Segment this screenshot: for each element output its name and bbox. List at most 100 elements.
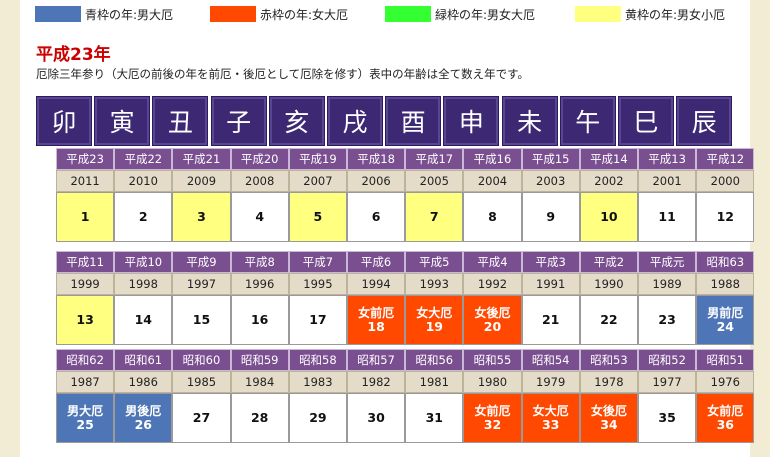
era-cell: 昭和56 [405,349,464,371]
year-cell: 2003 [521,170,580,192]
age-number: 13 [76,312,94,327]
yaku-label: 女後厄 [590,404,627,418]
year-cell: 1985 [172,371,231,393]
year-cell: 1996 [230,273,289,295]
age-number: 32 [483,417,502,432]
age-number: 3 [197,209,206,224]
age-cell: 女大厄 19 [405,295,464,345]
legend-label: 黄枠の年:男女小厄 [625,7,726,22]
age-number: 9 [546,209,556,224]
legend-swatch [35,6,81,22]
age-cell: 28 [230,393,289,443]
zodiac-cell: 亥 [268,96,325,146]
age-number: 7 [429,209,439,224]
era-cell: 平成4 [463,251,522,273]
year-cell: 1995 [288,273,347,295]
age-cell: 21 [521,295,580,345]
legend-label: 青枠の年:男大厄 [85,7,174,22]
age-cell: 1 [56,192,115,242]
age-number: 27 [192,410,211,425]
age-number: 14 [134,312,152,327]
age-cell: 13 [56,295,115,345]
yaku-label: 女後厄 [474,306,511,320]
age-number: 25 [76,417,94,432]
year-cell: 1982 [347,371,406,393]
yaku-label: 男大厄 [67,404,104,418]
year-cell: 1998 [114,273,173,295]
age-cell: 23 [638,295,697,345]
yaku-label: 男前厄 [707,306,744,320]
age-number: 33 [541,417,560,432]
year-cell: 2006 [347,170,406,192]
yaku-label: 女大厄 [416,306,453,320]
age-cell: 8 [463,192,522,242]
age-number: 35 [658,410,676,425]
age-number: 15 [192,312,211,327]
legend-swatch [210,6,256,22]
age-number: 16 [250,312,269,327]
year-cell: 1978 [579,371,638,393]
era-cell: 平成17 [405,148,464,170]
age-cell: 女前厄 32 [463,393,522,443]
era-cell: 昭和61 [114,349,173,371]
table-note: 厄除三年参り（大厄の前後の年を前厄・後厄として厄除を修す）表中の年齢は全て数え年… [36,67,529,81]
age-number: 6 [371,209,381,224]
age-cell: 17 [288,295,347,345]
zodiac-cell: 寅 [94,96,151,146]
year-cell: 1979 [521,371,580,393]
zodiac-cell: 辰 [676,96,733,146]
age-cell: 男後厄 26 [114,393,173,443]
era-cell: 平成6 [347,251,406,273]
yaku-label: 女前厄 [358,306,395,320]
year-cell: 2008 [230,170,289,192]
era-cell: 昭和57 [347,349,406,371]
year-cell: 2009 [172,170,231,192]
yaku-label: 女前厄 [707,404,744,418]
age-cell: 35 [638,393,697,443]
age-number: 23 [658,312,676,327]
age-cell: 女後厄 20 [463,295,522,345]
age-cell: 29 [288,393,347,443]
year-cell: 1977 [638,371,697,393]
legend: 青枠の年:男大厄 赤枠の年:女大厄 緑枠の年:男女大厄 黄枠の年:男女小厄 [35,5,750,23]
age-number: 17 [309,312,327,327]
age-cell: 女前厄 36 [696,393,755,443]
age-number: 20 [483,319,502,334]
year-cell: 2000 [696,170,755,192]
era-cell: 平成2 [579,251,638,273]
year-cell: 1984 [230,371,289,393]
age-number: 29 [309,410,327,425]
era-cell: 昭和58 [288,349,347,371]
legend-item-yellow: 黄枠の年:男女小厄 [575,5,725,23]
zodiac-cell: 巳 [618,96,674,146]
age-cell: 女後厄 34 [579,393,638,443]
age-number: 1 [80,209,90,224]
yaku-label: 女前厄 [474,404,511,418]
legend-swatch [575,6,621,22]
era-cell: 昭和51 [696,349,755,371]
age-cell: 12 [696,192,755,242]
year-cell: 2010 [114,170,173,192]
year-cell: 1993 [405,273,464,295]
year-cell: 2007 [288,170,347,192]
legend-label: 緑枠の年:男女大厄 [435,7,536,22]
zodiac-cell: 午 [559,96,616,146]
page-title: 平成23年 [36,45,111,65]
year-cell: 1980 [463,371,522,393]
era-cell: 平成10 [114,251,173,273]
age-number: 11 [658,209,676,224]
legend-item-green: 緑枠の年:男女大厄 [385,5,535,23]
age-number: 19 [425,319,443,334]
page: 青枠の年:男大厄 赤枠の年:女大厄 緑枠の年:男女大厄 黄枠の年:男女小厄 平成… [20,0,755,457]
age-number: 31 [425,410,443,425]
age-number: 4 [255,209,265,224]
legend-swatch [385,6,431,22]
year-cell: 1989 [638,273,697,295]
year-cell: 2004 [463,170,522,192]
zodiac-cell: 丑 [152,96,209,146]
era-cell: 昭和59 [230,349,289,371]
year-cell: 2005 [405,170,464,192]
era-cell: 平成20 [230,148,289,170]
era-cell: 昭和62 [56,349,115,371]
age-cell: 3 [172,192,231,242]
